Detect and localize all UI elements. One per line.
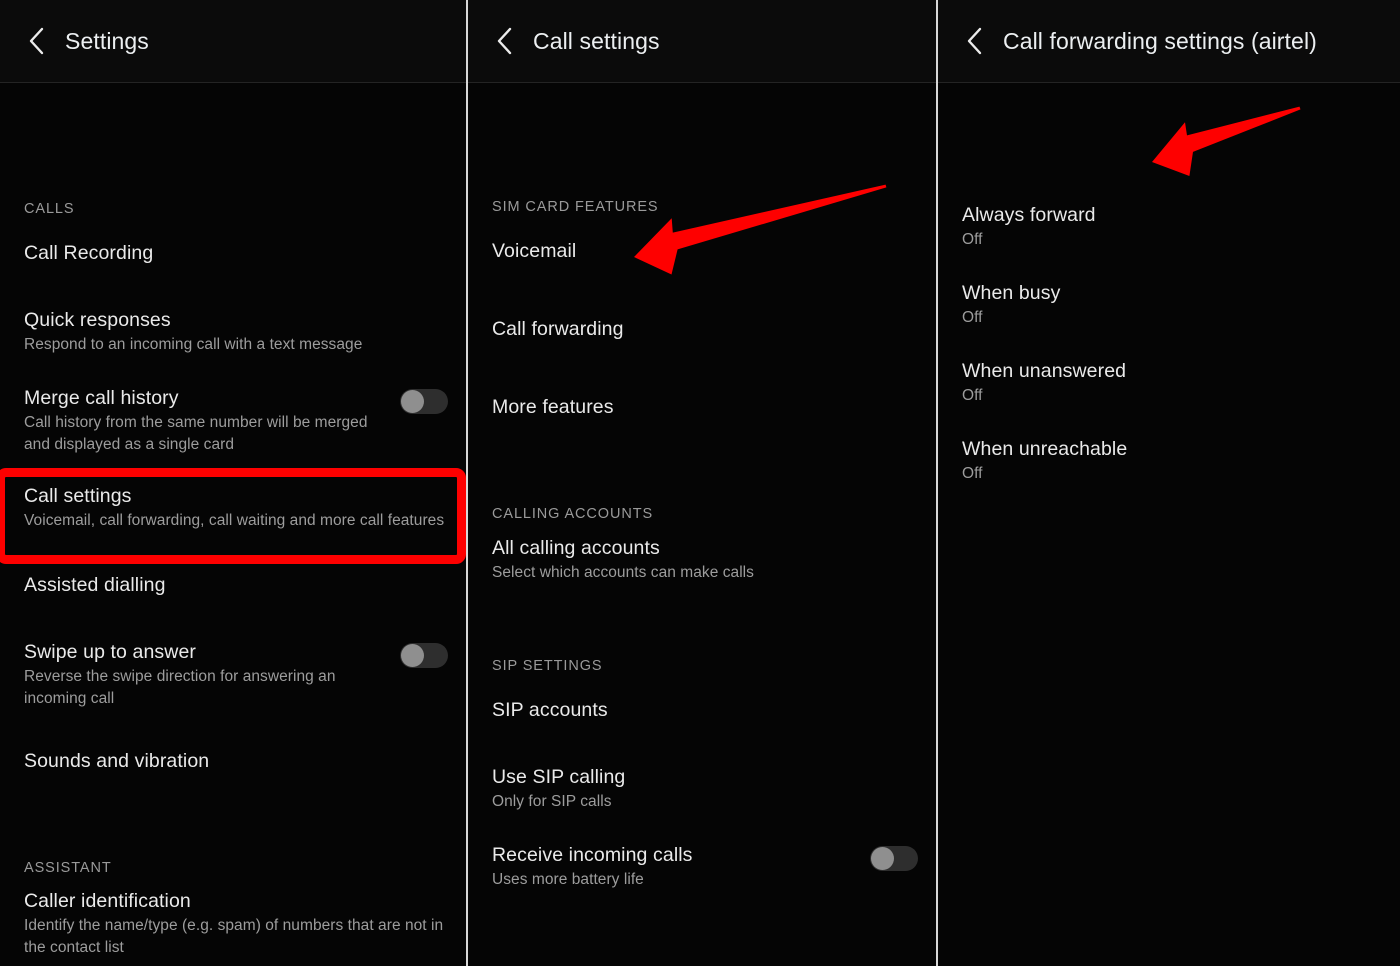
row-title: Call Recording (24, 242, 154, 264)
merge-call-history-toggle[interactable] (400, 389, 448, 414)
panel-settings: Settings CALLS Call Recording Quick resp… (0, 0, 466, 966)
page-title: Settings (65, 27, 149, 54)
row-subtitle: Only for SIP calls (492, 793, 612, 810)
row-title: More features (492, 396, 614, 418)
row-when-busy[interactable]: When busy Off (938, 281, 1400, 329)
row-title: Always forward (962, 204, 1096, 226)
row-use-sip-calling[interactable]: Use SIP calling Only for SIP calls (468, 765, 936, 813)
chevron-left-icon[interactable] (952, 18, 998, 64)
row-subtitle: Uses more battery life (492, 871, 644, 888)
row-subtitle: Select which accounts can make calls (492, 564, 754, 581)
row-subtitle: Voicemail, call forwarding, call waiting… (24, 512, 445, 529)
row-caller-identification[interactable]: Caller identification Identify the name/… (0, 889, 466, 958)
row-title: Swipe up to answer (24, 641, 196, 663)
receive-incoming-calls-toggle[interactable] (870, 846, 918, 871)
row-status: Off (962, 465, 983, 482)
row-title: SIP accounts (492, 699, 608, 721)
row-title: All calling accounts (492, 537, 660, 559)
chevron-left-icon[interactable] (482, 18, 528, 64)
row-title: When unreachable (962, 438, 1128, 460)
section-header-sip-settings: SIP SETTINGS (492, 658, 603, 674)
row-voicemail[interactable]: Voicemail (468, 239, 936, 273)
appbar-call-forwarding-settings: Call forwarding settings (airtel) (938, 0, 1400, 83)
three-panel-screenshot: Settings CALLS Call Recording Quick resp… (0, 0, 1400, 966)
annotation-arrow-call-forwarding (634, 184, 887, 275)
row-swipe-up-to-answer[interactable]: Swipe up to answer Reverse the swipe dir… (0, 640, 466, 709)
swipe-up-to-answer-toggle[interactable] (400, 643, 448, 668)
row-always-forward[interactable]: Always forward Off (938, 203, 1400, 251)
row-when-unreachable[interactable]: When unreachable Off (938, 437, 1400, 485)
section-header-calling-accounts: CALLING ACCOUNTS (492, 506, 654, 522)
row-all-calling-accounts[interactable]: All calling accounts Select which accoun… (468, 536, 936, 584)
row-title: Voicemail (492, 240, 577, 262)
toggle-knob (401, 644, 424, 667)
row-call-forwarding[interactable]: Call forwarding (468, 317, 936, 351)
appbar-settings: Settings (0, 0, 466, 83)
row-quick-responses[interactable]: Quick responses Respond to an incoming c… (0, 308, 466, 356)
row-title: Caller identification (24, 890, 191, 912)
appbar-call-settings: Call settings (468, 0, 936, 83)
toggle-knob (871, 847, 894, 870)
row-title: When unanswered (962, 360, 1127, 382)
section-header-calls: CALLS (24, 201, 75, 217)
row-sip-accounts[interactable]: SIP accounts (468, 698, 936, 732)
row-when-unanswered[interactable]: When unanswered Off (938, 359, 1400, 407)
chevron-left-icon[interactable] (14, 18, 60, 64)
row-title: Merge call history (24, 387, 179, 409)
row-merge-call-history[interactable]: Merge call history Call history from the… (0, 386, 466, 455)
section-header-sim-card-features: SIM CARD FEATURES (492, 199, 659, 215)
row-call-settings[interactable]: Call settings Voicemail, call forwarding… (0, 484, 466, 532)
row-call-recording[interactable]: Call Recording (0, 241, 466, 275)
row-title: Call forwarding (492, 318, 624, 340)
row-status: Off (962, 309, 983, 326)
row-status: Off (962, 387, 983, 404)
page-title: Call forwarding settings (airtel) (1003, 27, 1317, 54)
row-status: Off (962, 231, 983, 248)
row-title: Use SIP calling (492, 766, 626, 788)
row-title: Call settings (24, 485, 132, 507)
row-subtitle: Identify the name/type (e.g. spam) of nu… (24, 917, 444, 956)
row-more-features[interactable]: More features (468, 395, 936, 429)
panel-call-settings: Call settings SIM CARD FEATURES Voicemai… (468, 0, 936, 966)
section-header-assistant: ASSISTANT (24, 860, 112, 876)
row-subtitle: Call history from the same number will b… (24, 414, 368, 453)
row-title: When busy (962, 282, 1061, 304)
row-sounds-and-vibration[interactable]: Sounds and vibration (0, 749, 466, 783)
row-title: Quick responses (24, 309, 171, 331)
row-subtitle: Reverse the swipe direction for answerin… (24, 668, 336, 707)
page-title: Call settings (533, 27, 660, 54)
row-title: Receive incoming calls (492, 844, 693, 866)
panel-call-forwarding-settings: Call forwarding settings (airtel) Always… (938, 0, 1400, 966)
toggle-knob (401, 390, 424, 413)
row-subtitle: Respond to an incoming call with a text … (24, 336, 363, 353)
row-assisted-dialling[interactable]: Assisted dialling (0, 573, 466, 607)
row-title: Sounds and vibration (24, 750, 210, 772)
row-title: Assisted dialling (24, 574, 166, 596)
row-receive-incoming-calls[interactable]: Receive incoming calls Uses more battery… (468, 843, 936, 891)
